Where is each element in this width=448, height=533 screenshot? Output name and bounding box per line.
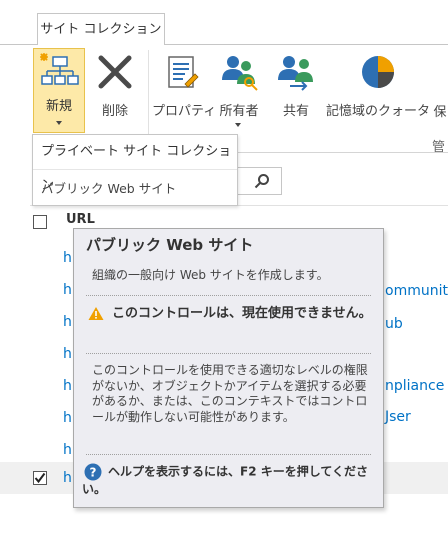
warning-icon (88, 307, 104, 320)
row-link[interactable]: h (63, 346, 72, 362)
tooltip-divider (86, 295, 371, 296)
owners-button[interactable]: 所有者 (214, 52, 264, 119)
new-button[interactable]: 新規 (33, 48, 85, 133)
row-link-fragment[interactable]: ub (385, 316, 403, 332)
tooltip-warning: このコントロールは、現在使用できません。 (82, 305, 372, 322)
share-button-label: 共有 (282, 104, 309, 119)
tooltip-public-website: パブリック Web サイト 組織の一般向け Web サイトを作成します。 このコ… (73, 228, 384, 508)
search-button[interactable] (236, 167, 282, 195)
tooltip-divider (86, 353, 371, 354)
search-icon (254, 174, 269, 189)
checkmark-icon (34, 472, 46, 484)
select-all-checkbox[interactable] (33, 215, 47, 229)
tooltip-help: ? ヘルプを表示するには、F2 キーを押してください。 (82, 463, 377, 498)
delete-button-label: 削除 (101, 104, 128, 119)
row-link-fragment[interactable]: ommunit (385, 283, 448, 299)
share-icon (278, 56, 313, 91)
owners-icon (222, 56, 258, 91)
tooltip-body: このコントロールを使用できる適切なレベルの権限がないか、オブジェクトかアイテムを… (92, 363, 368, 424)
svg-text:?: ? (90, 466, 97, 480)
tooltip-divider (86, 454, 371, 455)
row-link[interactable]: h (63, 282, 72, 298)
row-link[interactable]: h (63, 410, 72, 426)
new-button-label: 新規 (45, 99, 72, 114)
tooltip-help-text: ヘルプを表示するには、F2 キーを押してください。 (82, 464, 369, 497)
row-checkbox-checked[interactable] (33, 471, 47, 485)
delete-button[interactable]: 削除 (93, 52, 137, 119)
row-link[interactable]: h (63, 442, 72, 458)
row-link[interactable]: h (63, 250, 72, 266)
properties-icon (168, 56, 199, 88)
chevron-down-icon (56, 121, 62, 125)
share-button[interactable]: 共有 (274, 52, 318, 119)
ribbon-separator (148, 50, 149, 136)
properties-button[interactable]: プロパティ (152, 52, 217, 119)
owners-button-label: 所有者 (219, 104, 259, 119)
row-link[interactable]: h (63, 314, 72, 330)
row-link-fragment[interactable]: Jser (385, 409, 411, 425)
help-icon: ? (84, 463, 102, 481)
delete-x-icon (98, 55, 132, 89)
truncated-button-label: 保 (433, 105, 447, 120)
owners-dropdown-icon[interactable] (235, 123, 241, 127)
tooltip-description: 組織の一般向け Web サイトを作成します。 (92, 268, 329, 282)
storage-quota-label: 記憶域のクォータ (326, 104, 431, 119)
tooltip-title: パブリック Web サイト (86, 236, 254, 254)
tab-site-collection[interactable]: サイト コレクション (37, 13, 165, 45)
tooltip-warning-text: このコントロールは、現在使用できません。 (112, 306, 372, 321)
url-column-header[interactable]: URL (66, 212, 95, 227)
pie-chart-icon (362, 56, 394, 88)
row-link-fragment[interactable]: npliance (385, 378, 444, 394)
new-site-icon (40, 53, 79, 85)
storage-quota-button[interactable]: 記憶域のクォータ (326, 52, 430, 119)
menu-item-public-website[interactable]: パブリック Web サイト (33, 169, 237, 206)
properties-button-label: プロパティ (152, 104, 217, 119)
ribbon-bottom-line (236, 152, 448, 153)
menu-item-private-site-collection[interactable]: プライベート サイト コレクション (33, 135, 237, 193)
row-link[interactable]: h (63, 470, 72, 486)
new-dropdown-menu: プライベート サイト コレクション パブリック Web サイト (32, 134, 238, 206)
truncated-ribbon-button[interactable]: 保 (432, 97, 448, 120)
row-link[interactable]: h (63, 378, 72, 394)
